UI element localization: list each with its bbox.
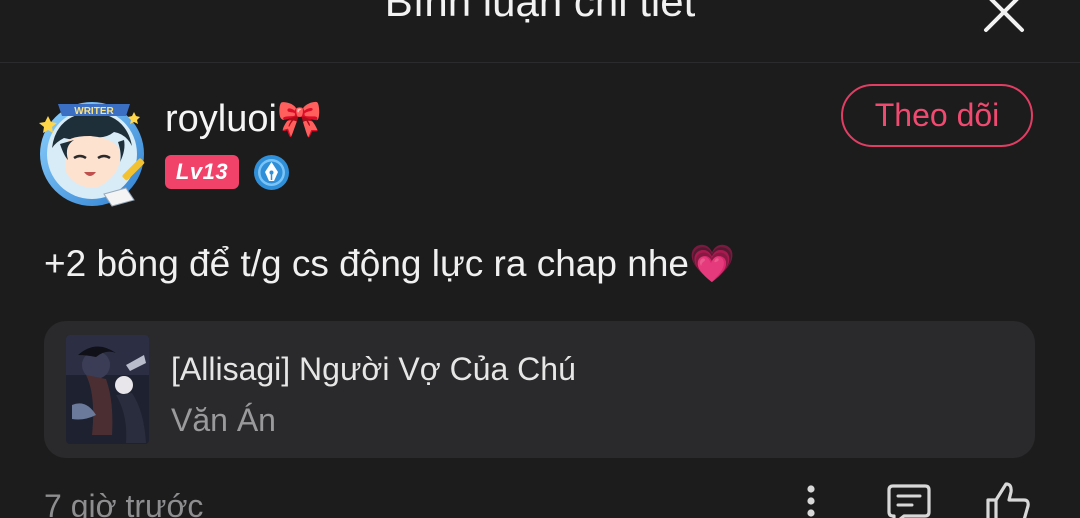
work-author: Văn Án <box>171 402 276 438</box>
timestamp: 7 giờ trước <box>44 488 204 518</box>
more-vertical-icon <box>807 485 815 517</box>
comment-body: +2 bông để t/g cs động lực ra chap nhe <box>44 243 689 284</box>
avatar[interactable]: WRITER <box>34 96 154 212</box>
comment-icon <box>887 484 931 518</box>
username-text: royluoi <box>165 98 277 140</box>
comment-detail-screen: Bình luận chi tiết WRITER royluoi🎀 Lv13 … <box>0 0 1080 518</box>
like-button[interactable] <box>984 480 1032 518</box>
username[interactable]: royluoi🎀 <box>165 96 322 142</box>
work-title: [Allisagi] Người Vợ Của Chú <box>171 351 576 387</box>
page-title: Bình luận chi tiết <box>384 0 696 25</box>
pen-nib-icon <box>254 155 289 190</box>
heart-emoji: 💗 <box>688 243 736 284</box>
thumbs-up-icon <box>986 482 1030 518</box>
writer-badge <box>253 154 290 191</box>
header-bar: Bình luận chi tiết <box>0 0 1080 63</box>
follow-button[interactable]: Theo dõi <box>841 84 1033 147</box>
level-badge: Lv13 <box>165 155 239 189</box>
avatar-badge-text: WRITER <box>74 106 114 117</box>
cover-image <box>66 335 149 444</box>
comment-text: +2 bông để t/g cs động lực ra chap nhe💗 <box>44 238 735 290</box>
reply-button[interactable] <box>886 482 932 518</box>
close-icon <box>984 0 1024 32</box>
close-button[interactable] <box>978 0 1030 38</box>
more-options-button[interactable] <box>796 484 826 518</box>
ribbon-emoji: 🎀 <box>276 98 322 139</box>
linked-work-card[interactable]: [Allisagi] Người Vợ Của Chú Văn Án <box>44 321 1035 458</box>
